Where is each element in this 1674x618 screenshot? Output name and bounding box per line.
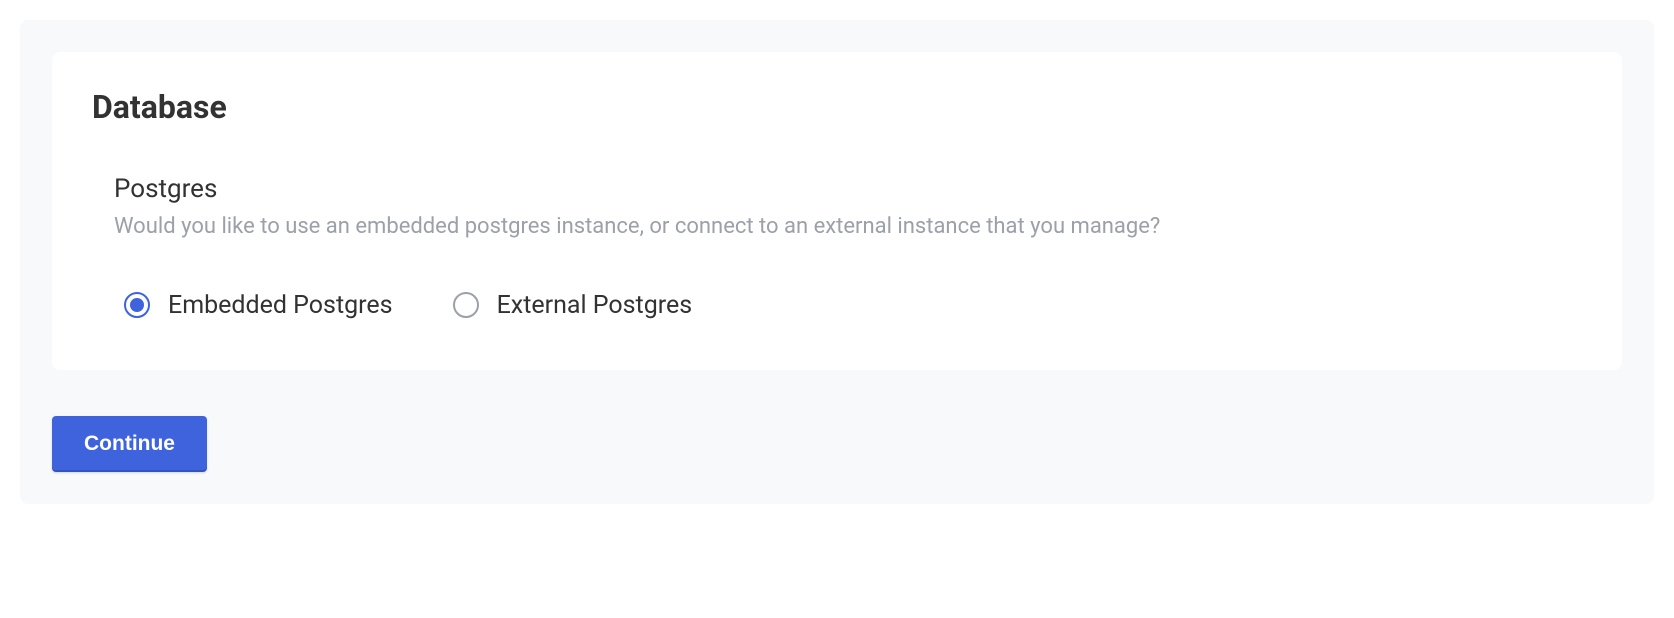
radio-label: External Postgres [497, 291, 693, 320]
radio-option-external[interactable]: External Postgres [453, 291, 693, 320]
page-container: Database Postgres Would you like to use … [20, 20, 1654, 504]
radio-label: Embedded Postgres [168, 291, 393, 320]
database-card: Database Postgres Would you like to use … [52, 52, 1622, 370]
radio-icon [453, 292, 479, 318]
section-title: Postgres [114, 174, 1582, 204]
radio-option-embedded[interactable]: Embedded Postgres [124, 291, 393, 320]
postgres-section: Postgres Would you like to use an embedd… [92, 174, 1582, 320]
continue-button[interactable]: Continue [52, 416, 207, 472]
section-description: Would you like to use an embedded postgr… [114, 212, 1582, 243]
card-title: Database [92, 88, 1582, 126]
postgres-radio-group: Embedded Postgres External Postgres [114, 291, 1582, 320]
radio-icon [124, 292, 150, 318]
